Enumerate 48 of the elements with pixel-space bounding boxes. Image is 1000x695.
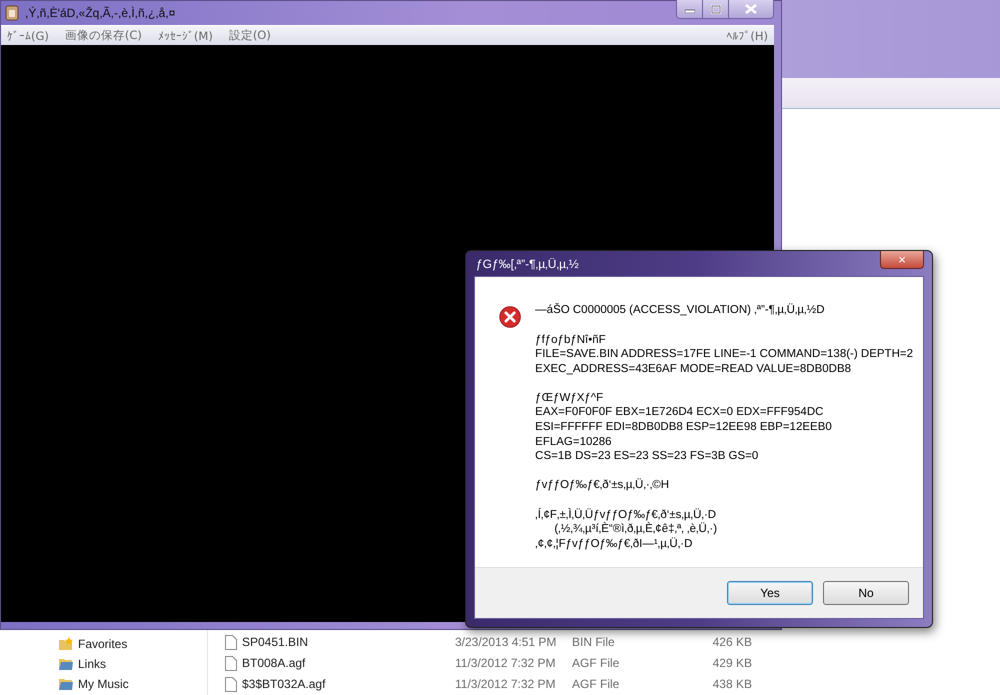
- maximize-icon: [710, 4, 720, 14]
- file-type: BIN File: [572, 635, 616, 649]
- file-name[interactable]: BT008A.agf: [242, 656, 306, 670]
- file-size: 426 KB: [712, 635, 752, 649]
- file-name[interactable]: $3$BT032A.agf: [242, 677, 326, 691]
- sidebar-item[interactable]: My Music: [58, 675, 207, 693]
- file-size: 429 KB: [712, 656, 752, 670]
- message-line: (‚½‚¾‚µ³í‚È“®ì‚ð‚µ‚È‚¢ê‡‚ª‚ ‚è‚Ü‚·): [553, 523, 718, 537]
- message-line: —áŠO C0000005 (ACCESS_VIOLATION) ‚ª”-¶‚µ‚Ü‚µ‚½D: [535, 304, 826, 318]
- dialog-title: ƒGƒ‰[‚ª”-¶‚µ‚Ü‚µ‚½: [475, 256, 579, 271]
- file-icon: [225, 656, 237, 670]
- sidebar-item[interactable]: Links: [58, 655, 207, 673]
- menu-item[interactable]: 画像の保存(C): [64, 28, 142, 43]
- file-size: 438 KB: [712, 677, 752, 691]
- file-icon: [225, 634, 237, 650]
- window-title: ,Ý,ñ,È'áD,«Žq,Ã,-,è,Ì,ñ,¿,å,¤: [25, 6, 176, 20]
- file-type: AGF File: [572, 677, 620, 691]
- folder-icon: [58, 656, 74, 672]
- message-line: ‚Í‚¢F‚±‚Ì‚Ü‚ÜƒvƒƒOƒ‰ƒ€‚ð‘±s‚µ‚Ü‚·D: [535, 508, 718, 522]
- file-date: 3/23/2013 4:51 PM: [455, 635, 558, 649]
- message-line: ‚¢‚¢‚¦FƒvƒƒOƒ‰ƒ€‚ðI—¹‚µ‚Ü‚·D: [535, 538, 694, 552]
- maximize-button[interactable]: [703, 0, 729, 18]
- folder-icon: [58, 676, 74, 692]
- message-line: ƒfƒoƒbƒNî•ñF: [535, 334, 607, 348]
- star-folder-icon: [58, 636, 74, 652]
- message-line: EAX=F0F0F0F EBX=1E726D4 ECX=0 EDX=FFF954DC: [535, 406, 824, 420]
- file-date: 11/3/2012 7:32 PM: [455, 656, 557, 670]
- message-line: ƒvƒƒOƒ‰ƒ€‚ð‘±s‚µ‚Ü‚·‚©H: [535, 479, 670, 494]
- menu-item[interactable]: 設定(O): [228, 28, 271, 43]
- app-icon: [5, 5, 19, 21]
- menu-item[interactable]: ﾍﾙﾌﾟ(H): [726, 28, 768, 42]
- file-icon: [225, 676, 237, 692]
- no-button[interactable]: No: [823, 581, 909, 605]
- message-line: CS=1B DS=23 ES=23 SS=23 FS=3B GS=0: [535, 450, 760, 464]
- file-type: AGF File: [572, 656, 620, 670]
- yes-button[interactable]: Yes: [727, 581, 813, 605]
- message-line: EXEC_ADDRESS=43E6AF MODE=READ VALUE=8DB0DB8: [535, 362, 852, 377]
- message-line: ƒŒƒWƒXƒ^F: [535, 392, 604, 406]
- file-date: 11/3/2012 7:32 PM: [455, 677, 557, 691]
- message-line: ESI=FFFFFF EDI=8DB0DB8 ESP=12EE98 EBP=12EEB0: [535, 421, 833, 436]
- menu-item[interactable]: ﾒｯｾｰｼﾞ(M): [158, 28, 213, 42]
- message-line: FILE=SAVE.BIN ADDRESS=17FE LINE=-1 COMMAND=138(-) DEPTH=2: [535, 348, 913, 362]
- menu-item[interactable]: ｹﾞｰﾑ(G): [7, 28, 49, 42]
- minimize-button[interactable]: [677, 0, 703, 18]
- message-line: EFLAG=10286: [535, 436, 613, 450]
- sidebar-item[interactable]: Favorites: [58, 635, 207, 653]
- file-name[interactable]: SP0451.BIN: [242, 635, 308, 649]
- close-icon: [745, 4, 757, 14]
